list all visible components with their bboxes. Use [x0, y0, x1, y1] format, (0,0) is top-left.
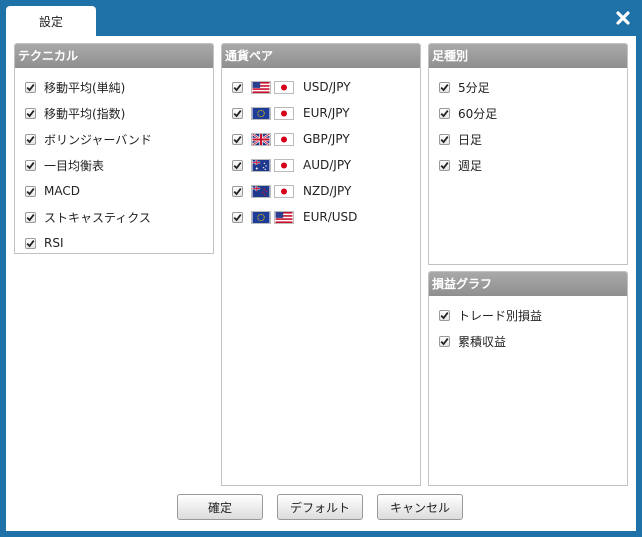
currency-pair-panel-header: 通貨ペア [222, 44, 420, 68]
checkbox[interactable] [232, 211, 243, 223]
item-label: NZD/JPY [303, 184, 352, 198]
eu-flag-icon [251, 210, 274, 224]
jp-flag-icon [274, 158, 297, 172]
close-icon [616, 11, 630, 25]
checkbox[interactable] [25, 81, 36, 93]
checkbox[interactable] [439, 335, 450, 347]
technical-panel-header: テクニカル [15, 44, 213, 68]
item-label: ボリンジャーバンド [44, 132, 152, 147]
default-button[interactable]: デフォルト [277, 494, 363, 520]
pnl-graph-list: トレード別損益 累積収益 [429, 296, 627, 354]
pairs-item[interactable]: GBP/JPY [222, 126, 420, 152]
tab-settings-label: 設定 [38, 14, 63, 29]
us-flag-icon [251, 80, 274, 94]
period-item[interactable]: 5分足 [429, 74, 627, 100]
pairs-item[interactable]: AUD/JPY [222, 152, 420, 178]
item-label: MACD [44, 184, 80, 198]
item-label: 移動平均(指数) [44, 106, 126, 121]
au-flag-icon [251, 158, 274, 172]
jp-flag-icon [274, 184, 297, 198]
checkbox[interactable] [232, 133, 243, 145]
checkbox[interactable] [25, 185, 36, 197]
item-label: EUR/JPY [303, 106, 350, 120]
checkbox[interactable] [25, 211, 36, 223]
item-label: RSI [44, 236, 64, 250]
currency-pair-panel: 通貨ペア USD/JPY EUR/JPY GBP/JPY AUD/JPY NZD/JPY… [221, 43, 421, 486]
pairs-item[interactable]: EUR/JPY [222, 100, 420, 126]
checkbox[interactable] [25, 133, 36, 145]
item-label: EUR/USD [303, 210, 358, 224]
item-label: 移動平均(単純) [44, 80, 126, 95]
checkbox[interactable] [439, 309, 450, 321]
technical-item[interactable]: 移動平均(指数) [15, 100, 213, 126]
period-list: 5分足 60分足日足週足 [429, 68, 627, 178]
period-item[interactable]: 週足 [429, 152, 627, 178]
technical-panel: テクニカル 移動平均(単純) 移動平均(指数) ボリンジャーバンド 一目均衡表 MACD… [14, 43, 214, 254]
technical-item[interactable]: RSI [15, 230, 213, 253]
item-label: GBP/JPY [303, 132, 350, 146]
nz-flag-icon [251, 184, 274, 198]
technical-item[interactable]: ストキャスティクス [15, 204, 213, 230]
jp-flag-icon [274, 106, 297, 120]
checkbox[interactable] [439, 81, 450, 93]
period-item[interactable]: 60分足 [429, 100, 627, 126]
eu-flag-icon [251, 106, 274, 120]
pnl-item[interactable]: トレード別損益 [429, 302, 627, 328]
checkbox[interactable] [25, 159, 36, 171]
item-label: 60分足 [458, 106, 498, 121]
item-label: AUD/JPY [303, 158, 352, 172]
technical-item[interactable]: ボリンジャーバンド [15, 126, 213, 152]
us-flag-icon [274, 210, 297, 224]
period-panel-header: 足種別 [429, 44, 627, 68]
uk-flag-icon [251, 132, 274, 146]
tab-settings[interactable]: 設定 [6, 6, 96, 36]
item-label: 一目均衡表 [44, 158, 105, 173]
technical-list: 移動平均(単純) 移動平均(指数) ボリンジャーバンド 一目均衡表 MACD ストキャステ… [15, 68, 213, 253]
checkbox[interactable] [439, 159, 450, 171]
item-label: 日足 [458, 132, 483, 147]
checkbox[interactable] [25, 107, 36, 119]
technical-item[interactable]: 移動平均(単純) [15, 74, 213, 100]
item-label: 累積収益 [458, 334, 507, 349]
checkbox[interactable] [232, 185, 243, 197]
pairs-item[interactable]: USD/JPY [222, 74, 420, 100]
item-label: USD/JPY [303, 80, 351, 94]
checkbox[interactable] [232, 107, 243, 119]
item-label: 週足 [458, 158, 483, 173]
currency-pair-list: USD/JPY EUR/JPY GBP/JPY AUD/JPY NZD/JPY EUR/U… [222, 68, 420, 230]
period-item[interactable]: 日足 [429, 126, 627, 152]
checkbox[interactable] [232, 81, 243, 93]
cancel-button[interactable]: キャンセル [377, 494, 463, 520]
item-label: トレード別損益 [458, 308, 543, 323]
period-panel: 足種別 5分足 60分足日足週足 [428, 43, 628, 265]
ok-button[interactable]: 確定 [177, 494, 263, 520]
settings-dialog: 設定 テクニカル 移動平均(単純) 移動平均(指数) ボリンジャーバンド 一目均衡表 M… [0, 0, 642, 537]
checkbox[interactable] [439, 107, 450, 119]
close-button[interactable] [610, 6, 636, 30]
jp-flag-icon [274, 80, 297, 94]
pairs-item[interactable]: NZD/JPY [222, 178, 420, 204]
pnl-graph-panel-header: 損益グラフ [429, 272, 627, 296]
pairs-item[interactable]: EUR/USD [222, 204, 420, 230]
technical-item[interactable]: 一目均衡表 [15, 152, 213, 178]
pnl-item[interactable]: 累積収益 [429, 328, 627, 354]
item-label: 5分足 [458, 80, 490, 95]
checkbox[interactable] [25, 237, 36, 249]
technical-item[interactable]: MACD [15, 178, 213, 204]
pnl-graph-panel: 損益グラフ トレード別損益 累積収益 [428, 271, 628, 486]
checkbox[interactable] [232, 159, 243, 171]
item-label: ストキャスティクス [44, 210, 151, 225]
settings-content: テクニカル 移動平均(単純) 移動平均(指数) ボリンジャーバンド 一目均衡表 MACD… [6, 36, 636, 531]
checkbox[interactable] [439, 133, 450, 145]
jp-flag-icon [274, 132, 297, 146]
